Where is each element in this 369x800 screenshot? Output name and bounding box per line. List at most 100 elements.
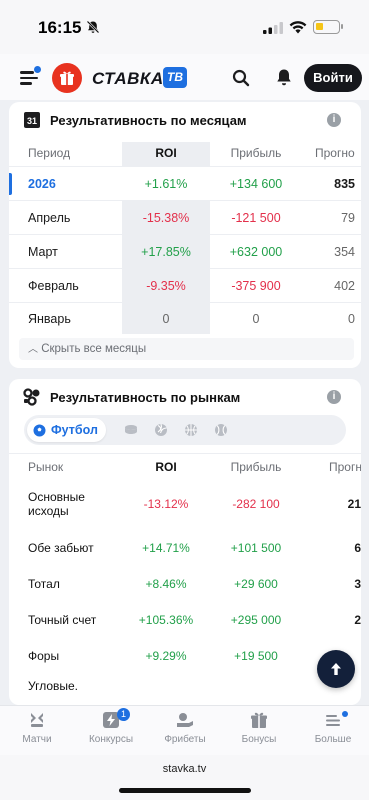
- card-title: Результативность по месяцам: [50, 113, 247, 128]
- row-forecasts: 0: [348, 311, 355, 326]
- calendar-icon-label: 31: [27, 116, 37, 126]
- table-row[interactable]: Угловые.: [9, 679, 361, 705]
- row-profit: +101 500: [230, 541, 282, 555]
- contests-badge: 1: [117, 708, 130, 721]
- tab-football[interactable]: Футбол: [27, 418, 106, 442]
- col-profit[interactable]: Прибыль: [212, 140, 300, 166]
- row-profit: 0: [252, 311, 260, 326]
- row-profit: +134 600: [229, 176, 283, 191]
- col-forecasts[interactable]: Прогно: [301, 140, 361, 166]
- nav-label: Матчи: [22, 734, 52, 745]
- gift-icon[interactable]: [52, 63, 82, 93]
- row-profit: +295 000: [230, 613, 282, 627]
- row-forecasts: 2: [354, 613, 361, 627]
- table-row[interactable]: Март +17.85% +632 000 354: [9, 234, 361, 268]
- chevron-up-icon: ︿: [28, 344, 38, 355]
- nav-item-matches[interactable]: Матчи: [0, 711, 74, 751]
- col-roi[interactable]: ROI: [122, 140, 210, 166]
- row-label: Февраль: [28, 278, 79, 293]
- table-row[interactable]: Тотал +8.46% +29 600 3: [9, 567, 361, 601]
- table-row[interactable]: Точный счет +105.36% +295 000 2: [9, 603, 361, 637]
- calendar-icon: 31: [24, 112, 40, 128]
- collapse-label: Скрыть все месяцы: [41, 343, 147, 355]
- collapse-months-link[interactable]: ︿ Скрыть все месяцы: [19, 338, 354, 360]
- logo-badge: ТВ: [163, 67, 187, 88]
- row-roi: -9.35%: [146, 278, 186, 293]
- row-label: Тотал: [28, 577, 60, 591]
- nav-item-bonuses[interactable]: Бонусы: [222, 711, 296, 751]
- row-label: Угловые.: [28, 679, 79, 693]
- row-forecasts: 402: [334, 278, 355, 293]
- menu-icon: [326, 715, 340, 726]
- status-bar: 16:15: [0, 0, 369, 54]
- volleyball-icon[interactable]: [154, 423, 168, 437]
- nav-item-contests[interactable]: 1 Конкурсы: [74, 708, 148, 751]
- nav-item-freebets[interactable]: Фрибеты: [148, 711, 222, 751]
- table-row[interactable]: 2026 +1.61% +134 600 835: [9, 166, 361, 200]
- row-roi: -13.12%: [143, 497, 189, 511]
- row-profit: +19 500: [234, 649, 278, 663]
- row-forecasts: 79: [341, 210, 355, 225]
- row-roi: +1.61%: [144, 176, 188, 191]
- gift-icon: [251, 712, 267, 728]
- browser-url-bar: stavka.tv: [0, 755, 369, 800]
- row-profit: -375 900: [231, 278, 281, 293]
- table-row[interactable]: Февраль -9.35% -375 900 402: [9, 268, 361, 302]
- col-forecasts[interactable]: Прогн: [301, 454, 361, 479]
- matches-icon: [31, 713, 43, 727]
- hockey-icon[interactable]: [124, 423, 138, 437]
- table-header: Период ROI Прибыль Прогно: [9, 140, 361, 166]
- col-profit[interactable]: Прибыль: [212, 454, 300, 479]
- card-header: Результативность по рынкам i: [9, 379, 361, 417]
- sport-tabs: Футбол: [24, 415, 346, 445]
- row-forecasts: 3: [354, 577, 361, 591]
- login-button[interactable]: Войти: [304, 64, 362, 92]
- basketball-icon[interactable]: [184, 423, 198, 437]
- markets-icon: [23, 388, 40, 406]
- selected-indicator: [9, 173, 12, 195]
- row-profit: -121 500: [231, 210, 281, 225]
- hamburger-menu-icon[interactable]: [20, 71, 38, 85]
- card-title: Результативность по рынкам: [50, 390, 241, 405]
- row-roi: 0: [162, 311, 170, 326]
- table-header: Рынок ROI Прибыль Прогн: [9, 453, 361, 479]
- col-period[interactable]: Период: [28, 140, 128, 166]
- table-row[interactable]: Основные исходы -13.12% -282 100 21: [9, 483, 361, 525]
- col-market[interactable]: Рынок: [28, 454, 128, 479]
- row-label: Точный счет: [28, 613, 97, 627]
- nav-label: Больше: [314, 734, 352, 745]
- row-profit: +632 000: [229, 244, 283, 259]
- table-row[interactable]: Форы +9.29% +19 500: [9, 639, 361, 673]
- col-roi[interactable]: ROI: [122, 454, 210, 479]
- monthly-performance-card: 31 Результативность по месяцам i Период …: [9, 102, 361, 368]
- table-row[interactable]: Апрель -15.38% -121 500 79: [9, 200, 361, 234]
- logo-wordmark[interactable]: СТАВКА: [92, 69, 164, 89]
- table-row[interactable]: Обе забьют +14.71% +101 500 6: [9, 531, 361, 565]
- row-roi: +17.85%: [141, 244, 191, 259]
- scroll-to-top-button[interactable]: [317, 650, 355, 688]
- search-icon[interactable]: [232, 69, 250, 87]
- arrow-up-icon: [331, 663, 341, 675]
- bottom-navigation: Матчи 1 Конкурсы Фрибеты Бонусы Больше: [0, 705, 369, 755]
- row-label: Март: [28, 244, 58, 259]
- nav-item-more[interactable]: Больше: [296, 711, 369, 751]
- row-forecasts: 6: [354, 541, 361, 555]
- status-time: 16:15: [38, 18, 82, 37]
- notification-dot: [34, 66, 41, 73]
- table-row[interactable]: Январь 0 0 0: [9, 302, 361, 334]
- freebets-icon: [177, 713, 193, 727]
- bell-off-icon: [86, 20, 100, 34]
- football-icon: [33, 424, 46, 436]
- row-label: Апрель: [28, 210, 71, 225]
- row-profit: +29 600: [234, 577, 278, 591]
- row-roi: +9.29%: [145, 649, 187, 663]
- nav-label: Конкурсы: [88, 734, 134, 745]
- notification-dot: [342, 711, 348, 717]
- cellular-signal-icon: [263, 22, 283, 34]
- tennis-icon[interactable]: [214, 423, 228, 437]
- app-header: СТАВКА ТВ Войти: [0, 54, 369, 100]
- url-text[interactable]: stavka.tv: [0, 763, 369, 775]
- info-icon[interactable]: i: [327, 390, 341, 404]
- bell-icon[interactable]: [276, 68, 292, 87]
- info-icon[interactable]: i: [327, 113, 341, 127]
